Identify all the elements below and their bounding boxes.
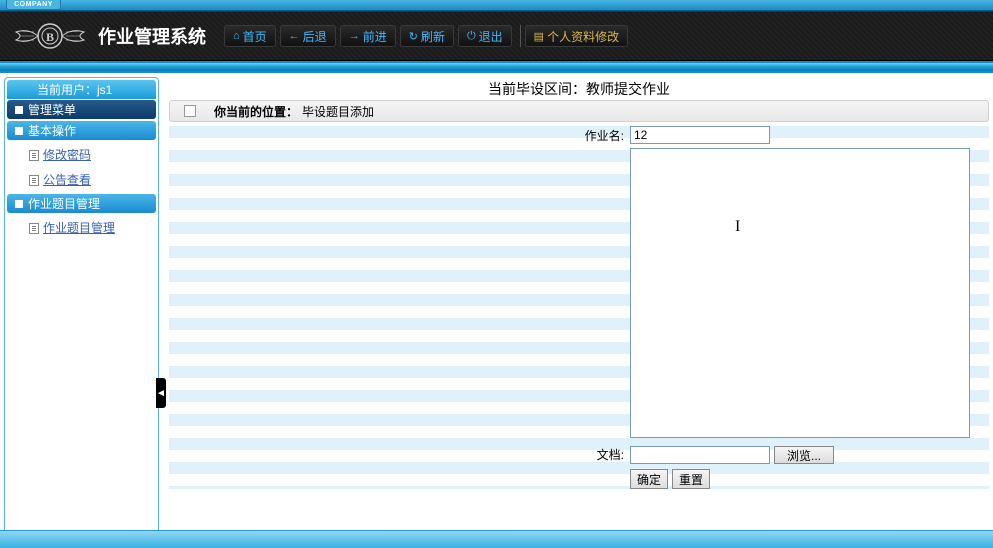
sidebar-collapse-handle[interactable]: ◄ xyxy=(156,378,166,408)
doc-icon xyxy=(29,175,39,186)
bottom-bar xyxy=(0,530,993,548)
file-input[interactable] xyxy=(630,446,770,464)
sidebar: 当前用户：js1 管理菜单 基本操作 修改密码 公告查看 作业题目管理 作业题目… xyxy=(4,77,159,542)
description-textarea[interactable] xyxy=(630,148,970,438)
doc-icon xyxy=(29,223,39,234)
refresh-icon: ↻ xyxy=(409,30,418,43)
sidebar-item-notice: 公告查看 xyxy=(7,167,156,192)
header: B 作业管理系统 ⌂首页 ←后退 →前进 ↻刷新 ⏻退出 ▤个人资料修改 xyxy=(0,11,993,61)
company-tab: COMPANY xyxy=(6,0,61,10)
sidebar-item-change-password: 修改密码 xyxy=(7,142,156,167)
profile-icon: ▤ xyxy=(534,30,544,43)
doc-icon xyxy=(29,150,39,161)
nav-refresh-button[interactable]: ↻刷新 xyxy=(400,25,454,47)
header-strip xyxy=(0,61,993,73)
nav-home-button[interactable]: ⌂首页 xyxy=(224,25,276,47)
home-icon: ⌂ xyxy=(233,30,240,42)
app-title: 作业管理系统 xyxy=(98,23,206,49)
status-header: 当前毕设区间：教师提交作业 xyxy=(169,77,989,96)
section-homework-mgmt[interactable]: 作业题目管理 xyxy=(7,194,156,213)
submit-button[interactable]: 确定 xyxy=(630,469,668,489)
nav-exit-button[interactable]: ⏻退出 xyxy=(458,25,512,47)
nav-back-button[interactable]: ←后退 xyxy=(280,25,336,47)
form-area: 作业名: 文档: 浏览... 确定 重置 xyxy=(169,126,989,489)
arrow-right-icon: → xyxy=(349,30,360,42)
svg-text:B: B xyxy=(46,30,54,44)
browse-button[interactable]: 浏览... xyxy=(774,446,834,464)
main-content: 当前毕设区间：教师提交作业 你当前的位置： 毕设题目添加 作业名: 文档: 浏览… xyxy=(169,77,989,544)
logo-bentley-icon: B xyxy=(10,16,90,56)
menu-title: 管理菜单 xyxy=(7,100,156,119)
location-value: 毕设题目添加 xyxy=(302,103,374,120)
sidebar-item-homework-mgmt: 作业题目管理 xyxy=(7,215,156,240)
page-icon xyxy=(184,105,196,117)
power-icon: ⏻ xyxy=(467,30,476,43)
square-icon xyxy=(15,200,23,208)
homework-mgmt-link[interactable]: 作业题目管理 xyxy=(43,221,115,235)
notice-link[interactable]: 公告查看 xyxy=(43,173,91,187)
change-password-link[interactable]: 修改密码 xyxy=(43,148,91,162)
square-icon xyxy=(15,127,23,135)
arrow-left-icon: ← xyxy=(289,30,300,42)
square-icon xyxy=(15,106,23,114)
nav-profile-button[interactable]: ▤个人资料修改 xyxy=(525,25,628,47)
reset-button[interactable]: 重置 xyxy=(672,469,710,489)
name-label: 作业名: xyxy=(170,126,630,146)
nav-separator xyxy=(520,25,521,47)
section-basic-ops[interactable]: 基本操作 xyxy=(7,121,156,140)
nav-forward-button[interactable]: →前进 xyxy=(340,25,396,47)
current-user-bar: 当前用户：js1 xyxy=(7,80,156,99)
location-bar: 你当前的位置： 毕设题目添加 xyxy=(169,100,989,122)
name-input[interactable] xyxy=(630,126,770,144)
location-label: 你当前的位置： xyxy=(214,103,298,120)
doc-label: 文档: xyxy=(170,445,630,465)
